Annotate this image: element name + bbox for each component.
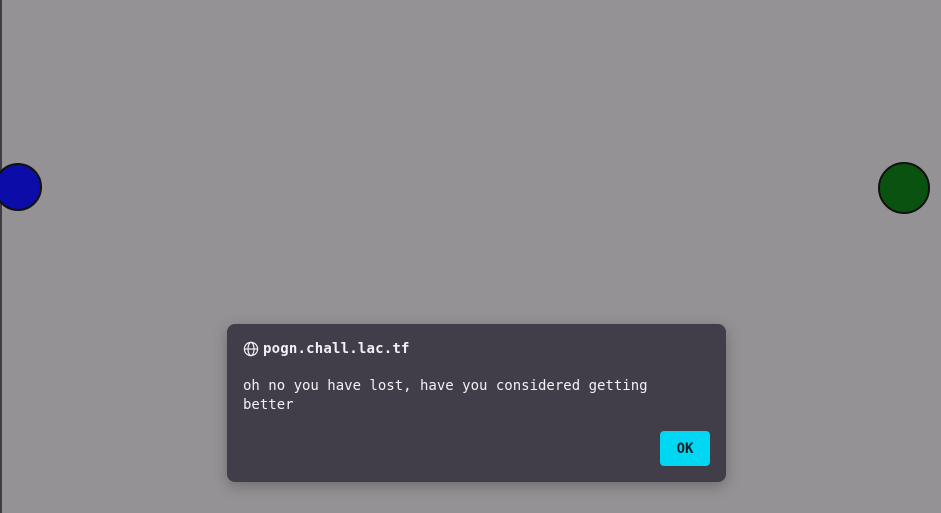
globe-icon xyxy=(243,341,259,357)
dialog-header: pogn.chall.lac.tf xyxy=(243,340,410,358)
alert-dialog: pogn.chall.lac.tf oh no you have lost, h… xyxy=(227,324,726,482)
player-ball xyxy=(0,163,42,211)
ok-button[interactable]: OK xyxy=(660,431,710,466)
dialog-origin: pogn.chall.lac.tf xyxy=(263,341,410,357)
dialog-message: oh no you have lost, have you considered… xyxy=(243,378,648,413)
opponent-ball xyxy=(878,162,930,214)
